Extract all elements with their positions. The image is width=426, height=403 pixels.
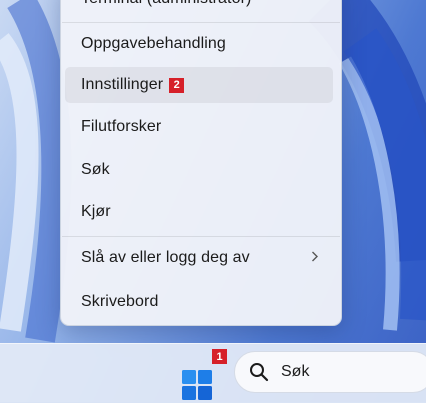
taskbar-search-box[interactable]: Søk: [234, 351, 426, 393]
menu-item-label: Søk: [81, 161, 110, 178]
search-label: Søk: [281, 363, 310, 380]
menu-item-label: Slå av eller logg deg av: [81, 249, 250, 266]
callout-badge-1: 1: [212, 349, 227, 364]
menu-item-terminal-admin[interactable]: Terminal (administrator): [65, 0, 333, 17]
start-context-menu: Terminal (administrator) Oppgavebehandli…: [60, 0, 342, 326]
menu-item-label: Terminal (administrator): [81, 0, 251, 8]
menu-item-shutdown-signout[interactable]: Slå av eller logg deg av: [65, 240, 333, 276]
chevron-right-icon: [311, 251, 319, 266]
menu-item-label: Innstillinger: [81, 76, 164, 93]
menu-item-settings[interactable]: Innstillinger 2: [65, 67, 333, 103]
menu-item-run[interactable]: Kjør: [65, 194, 333, 230]
search-icon: [249, 362, 269, 382]
menu-item-search[interactable]: Søk: [65, 152, 333, 188]
menu-separator: [62, 236, 340, 237]
callout-badge-2: 2: [169, 77, 185, 93]
menu-item-task-manager[interactable]: Oppgavebehandling: [65, 26, 333, 62]
menu-separator: [62, 22, 340, 23]
menu-item-label: Kjør: [81, 203, 111, 220]
menu-item-label: Oppgavebehandling: [81, 35, 226, 52]
menu-item-desktop[interactable]: Skrivebord: [65, 284, 333, 320]
menu-item-label: Skrivebord: [81, 293, 159, 310]
menu-item-file-explorer[interactable]: Filutforsker: [65, 109, 333, 145]
menu-item-label: Filutforsker: [81, 118, 162, 135]
